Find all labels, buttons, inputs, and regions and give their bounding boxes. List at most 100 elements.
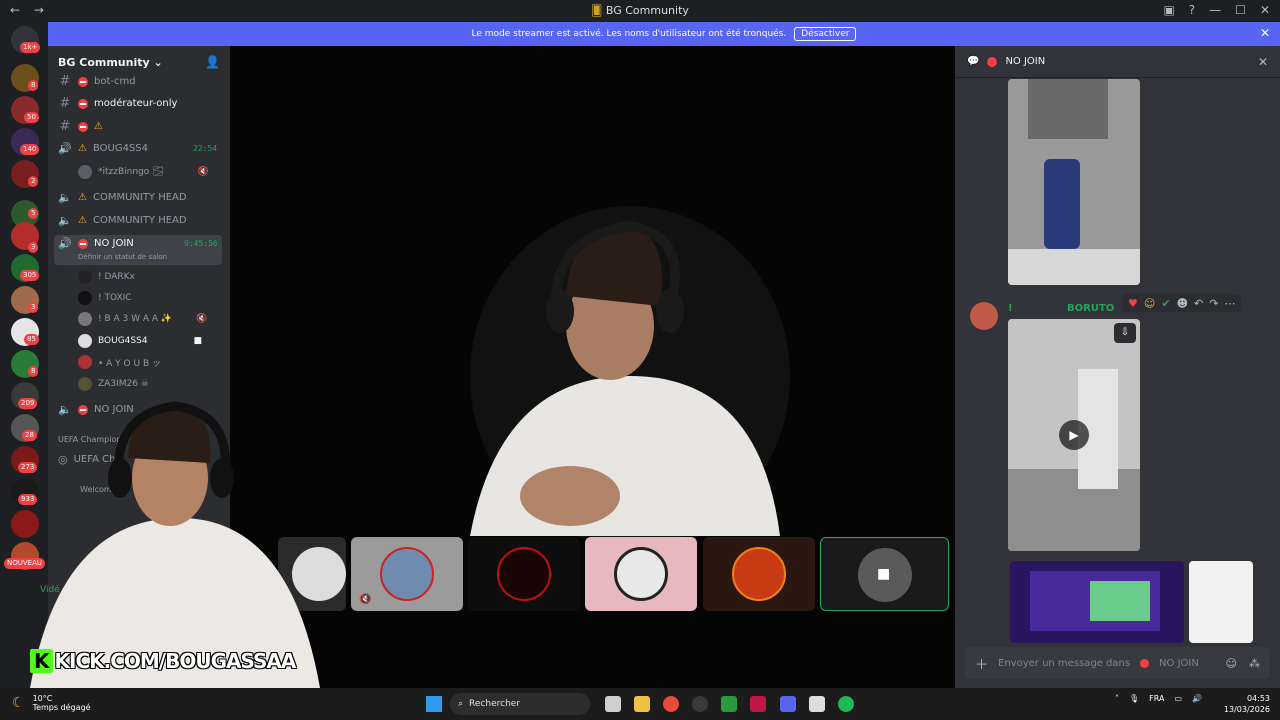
taskbar-search[interactable]: ⌕ Rechercher (450, 693, 590, 715)
chevron-up-icon[interactable]: ˄ (1115, 694, 1119, 703)
maximize-button[interactable]: ☐ (1235, 3, 1246, 17)
participant-avatar (732, 547, 786, 601)
download-icon[interactable]: ⇩ (1114, 323, 1136, 343)
chat-input-placeholder: Envoyer un message dans (998, 657, 1131, 669)
channel-warning[interactable]: # ⚠ (58, 119, 103, 134)
chat-image-attachment[interactable] (1010, 561, 1184, 643)
disable-streamer-button[interactable]: Désactiver (794, 27, 857, 41)
camera-icon: ■ (193, 336, 203, 346)
voice-user[interactable]: ! TOXIC (78, 291, 132, 305)
server-badge: 3 (28, 302, 39, 313)
microphone-icon[interactable]: 🎙 (1129, 694, 1139, 703)
chat-video-attachment[interactable] (1008, 79, 1140, 285)
chat-channel-name: NO JOIN (1005, 56, 1046, 67)
inbox-icon[interactable]: ▣ (1163, 3, 1174, 17)
file-explorer-icon[interactable] (634, 696, 650, 712)
voice-user[interactable]: • A Y O U B ッ (78, 355, 161, 369)
add-attachment-icon[interactable]: ＋ (975, 654, 988, 673)
voice-channel-community-head-1[interactable]: 🔈 ⚠ COMMUNITY HEAD (58, 191, 186, 204)
moon-icon: ☾ (12, 695, 25, 711)
channel-moderateur-only[interactable]: # modérateur-only (58, 96, 178, 111)
speaker-icon: 🔊 (58, 142, 72, 155)
app-icon[interactable] (809, 696, 825, 712)
ban-icon (1140, 658, 1150, 668)
camera-icon: ■ (877, 566, 891, 582)
chat-image-attachment[interactable] (1189, 561, 1253, 643)
voice-user[interactable]: *itzzBinngo 🌫 🔇 (78, 165, 209, 179)
obs-icon[interactable] (692, 696, 708, 712)
voice-channel-no-join[interactable]: 🔊 NO JOIN 9:45:56 (58, 237, 218, 250)
close-window-button[interactable]: ✕ (1260, 3, 1270, 17)
spotify-icon[interactable] (838, 696, 854, 712)
minimize-button[interactable]: — (1209, 3, 1221, 17)
language-indicator[interactable]: FRA (1149, 694, 1164, 703)
close-banner-icon[interactable]: ✕ (1260, 26, 1270, 40)
reply-icon[interactable]: ↶ (1194, 297, 1203, 310)
server-badge: 50 (24, 112, 39, 123)
forward-icon[interactable]: ↷ (1209, 297, 1218, 310)
voice-channel-boug4ss4[interactable]: 🔊 ⚠ BOUG4SS4 22:54 (58, 142, 217, 155)
author-avatar[interactable] (970, 302, 998, 330)
task-view-icon[interactable] (605, 696, 621, 712)
participant-avatar (380, 547, 434, 601)
participant-avatar (497, 547, 551, 601)
chat-input[interactable]: ＋ Envoyer un message dans NO JOIN ☺ ⁂ (965, 647, 1270, 679)
chat-bubble-icon: 💬 (967, 56, 980, 67)
network-icon[interactable]: ▭ (1174, 694, 1182, 703)
clock-date: 13/03/2026 (1223, 705, 1270, 714)
participant-tile[interactable]: 🔇 (351, 537, 463, 611)
facecam-overlay (30, 401, 320, 688)
close-chat-icon[interactable]: ✕ (1258, 55, 1268, 69)
chrome-icon[interactable] (663, 696, 679, 712)
participant-tile[interactable] (585, 537, 697, 611)
chevron-down-icon: ⌄ (149, 55, 163, 69)
voice-user[interactable]: ! DARKx (78, 270, 135, 284)
message-actions: ♥ ☺ ✔ ☻ ↶ ↷ ⋯ (1122, 294, 1242, 312)
voice-user[interactable]: ZA3IM26 ☠ (78, 377, 149, 391)
weather-widget[interactable]: ☾ 10°C Temps dégagé (12, 694, 91, 712)
hash-icon: # (59, 74, 71, 89)
app-icon[interactable] (750, 696, 766, 712)
laugh-reaction-icon[interactable]: ☺ (1144, 297, 1155, 310)
add-reaction-icon[interactable]: ☻ (1177, 297, 1188, 310)
server-badge: 1k+ (20, 42, 41, 53)
start-button[interactable] (426, 696, 442, 712)
heart-reaction-icon[interactable]: ♥ (1128, 297, 1138, 310)
voice-user[interactable]: BOUG4SS4 ■ (78, 334, 202, 348)
participant-tile[interactable] (703, 537, 815, 611)
clock-time: 04:53 (1246, 694, 1270, 703)
add-user-icon[interactable]: 👤 (205, 55, 220, 69)
check-reaction-icon[interactable]: ✔ (1161, 297, 1170, 310)
emoji-icon[interactable]: ☺ (1226, 657, 1237, 670)
hash-icon: # (59, 96, 71, 111)
kick-watermark: K KICK.COM/BOUGASSAA (30, 648, 296, 674)
participant-tile[interactable] (468, 537, 580, 611)
window-controls: ▣ ? — ☐ ✕ (1163, 3, 1270, 17)
ban-icon (78, 76, 88, 87)
chat-input-tools: ☺ ⁂ (1226, 657, 1260, 670)
title-bar: ← → 🂠 BG Community ▣ ? — ☐ ✕ (0, 0, 1280, 22)
channel-bot-cmd[interactable]: # bot-cmd (58, 74, 136, 89)
volume-icon[interactable]: 🔊 (1192, 694, 1202, 703)
chat-header: 💬 NO JOIN ✕ (955, 46, 1280, 78)
ban-icon (78, 238, 88, 249)
ban-icon (987, 56, 998, 67)
help-icon[interactable]: ? (1189, 3, 1195, 17)
warning-icon: ⚠ (78, 192, 87, 203)
clock[interactable]: 04:53 13/03/2026 (1224, 693, 1270, 715)
participant-tile-speaking[interactable]: ■ (820, 537, 949, 611)
apps-icon[interactable]: ⁂ (1249, 657, 1260, 670)
discord-icon[interactable] (780, 696, 796, 712)
voice-channel-community-head-2[interactable]: 🔈 ⚠ COMMUNITY HEAD (58, 214, 186, 227)
message-exclaim: ! (1008, 303, 1013, 314)
channel-status[interactable]: Définir un statut de salon (78, 253, 167, 261)
chat-video-attachment[interactable]: ▶ ⇩ (1008, 319, 1140, 551)
voice-user[interactable]: ! B A 3 W A A ✨ 🔇 (78, 312, 207, 326)
more-icon[interactable]: ⋯ (1224, 297, 1235, 310)
search-icon: ⌕ (458, 699, 464, 709)
play-icon[interactable]: ▶ (1059, 420, 1089, 450)
message-author[interactable]: BORUTO (1067, 303, 1114, 314)
app-icon[interactable] (721, 696, 737, 712)
server-badge: 140 (20, 144, 40, 155)
warning-icon: ⚠ (78, 215, 87, 226)
